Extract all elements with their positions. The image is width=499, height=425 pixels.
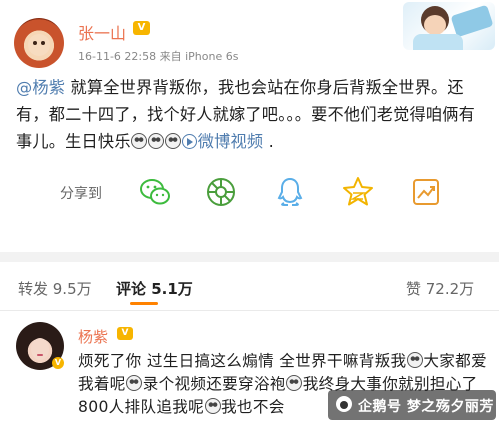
commenter-name[interactable]: 杨紫 xyxy=(78,326,108,347)
video-play-icon xyxy=(181,134,197,149)
emoji-icon xyxy=(165,133,182,149)
emoji-icon xyxy=(204,398,221,414)
post-meta: 16-11-6 22:58 来自 iPhone 6s xyxy=(78,50,239,63)
emoji-icon xyxy=(406,352,423,368)
vip-badge: V xyxy=(133,21,150,35)
qq-icon[interactable] xyxy=(272,174,308,210)
video-link[interactable]: 微博视频 xyxy=(181,132,264,151)
emoji-icon xyxy=(148,133,165,149)
emoji-icon xyxy=(126,375,143,391)
emoji-icon xyxy=(131,133,148,149)
cartoon-sticker-image xyxy=(403,2,495,50)
penguin-logo-icon xyxy=(336,396,352,412)
share-more-icon[interactable] xyxy=(408,174,444,210)
verified-badge-icon: V xyxy=(52,357,64,369)
emoji-icon xyxy=(286,375,303,391)
active-tab-indicator xyxy=(130,302,158,305)
author-name[interactable]: 张一山 xyxy=(78,20,126,44)
tab-like[interactable]: 赞 72.2万 xyxy=(406,278,474,299)
section-divider xyxy=(0,252,499,262)
vip-badge: V xyxy=(117,327,133,340)
qzone-icon[interactable] xyxy=(340,174,376,210)
moments-icon[interactable] xyxy=(203,174,239,210)
tab-comment[interactable]: 评论 5.1万 xyxy=(116,278,193,299)
share-label: 分享到 xyxy=(60,186,102,202)
author-avatar[interactable] xyxy=(14,18,64,68)
watermark-text: 企鹅号 梦之殇夕丽芳 xyxy=(358,399,494,415)
mention-link[interactable]: @杨紫 xyxy=(16,78,65,97)
wechat-icon[interactable] xyxy=(137,174,173,210)
tab-divider xyxy=(0,310,499,311)
tab-repost[interactable]: 转发 9.5万 xyxy=(18,278,92,299)
post-text: @杨紫 就算全世界背叛你，我也会站在你身后背叛全世界。还有，都二十四了，找个好人… xyxy=(16,78,476,151)
